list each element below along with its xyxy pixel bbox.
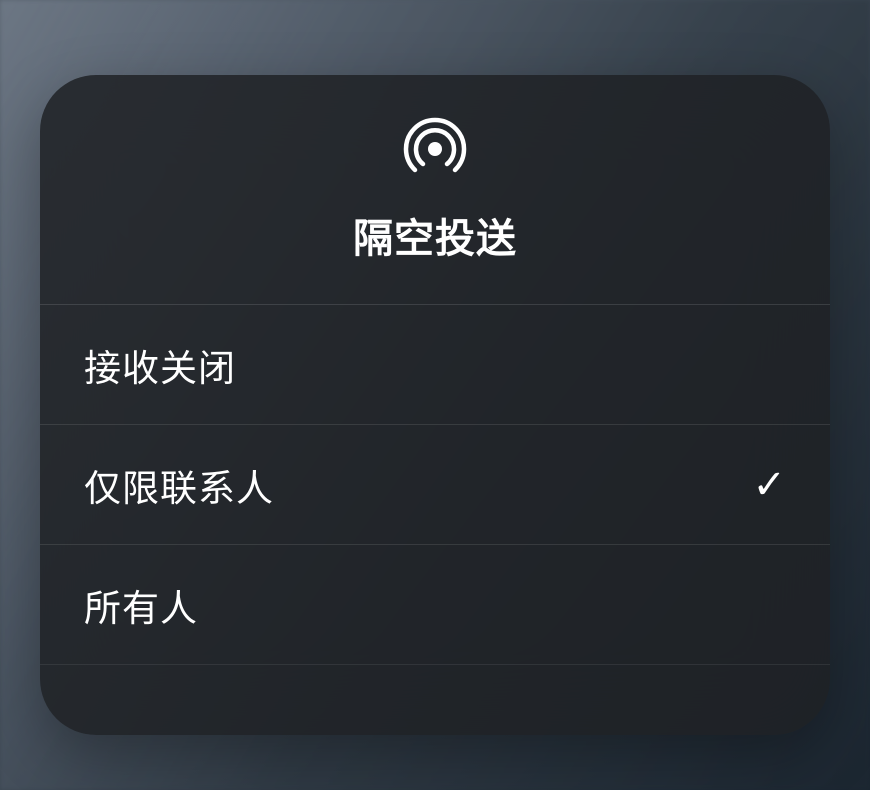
option-contacts-only[interactable]: 仅限联系人 ✓ xyxy=(40,425,830,545)
checkmark-icon: ✓ xyxy=(752,462,786,508)
option-receiving-off[interactable]: 接收关闭 ✓ xyxy=(40,305,830,425)
option-label: 仅限联系人 xyxy=(84,458,274,512)
options-list: 接收关闭 ✓ 仅限联系人 ✓ 所有人 ✓ xyxy=(40,305,830,665)
option-label: 接收关闭 xyxy=(84,338,236,392)
option-everyone[interactable]: 所有人 ✓ xyxy=(40,545,830,665)
airdrop-icon xyxy=(402,116,468,182)
option-label: 所有人 xyxy=(84,578,198,632)
panel-title: 隔空投送 xyxy=(353,206,517,264)
panel-header: 隔空投送 xyxy=(40,75,830,305)
airdrop-settings-panel: 隔空投送 接收关闭 ✓ 仅限联系人 ✓ 所有人 ✓ xyxy=(40,75,830,735)
